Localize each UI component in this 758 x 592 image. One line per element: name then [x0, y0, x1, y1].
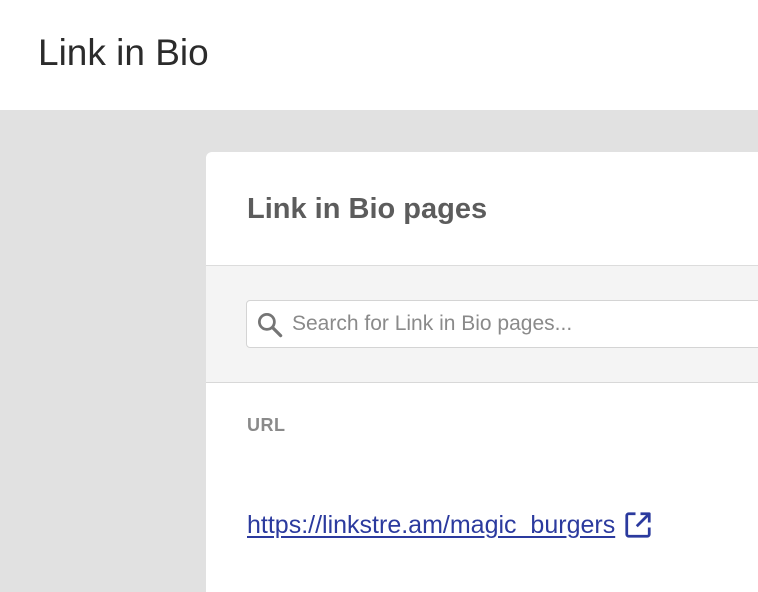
search-box[interactable]: [246, 300, 758, 348]
search-bar-area: [206, 266, 758, 383]
app-header: Link in Bio: [0, 0, 758, 110]
search-icon: [258, 313, 283, 338]
card-title: Link in Bio pages: [247, 193, 488, 225]
table-row: https://linkstre.am/magic_burgers: [247, 509, 653, 541]
link-in-bio-card: Link in Bio pages URL https://linkstre.a…: [206, 152, 758, 592]
external-link-icon[interactable]: [623, 510, 653, 540]
column-header-url: URL: [247, 415, 286, 435]
row-url-link[interactable]: https://linkstre.am/magic_burgers: [247, 509, 615, 541]
search-input[interactable]: [292, 301, 758, 347]
card-header: Link in Bio pages: [206, 152, 758, 266]
page-title: Link in Bio: [38, 32, 209, 73]
